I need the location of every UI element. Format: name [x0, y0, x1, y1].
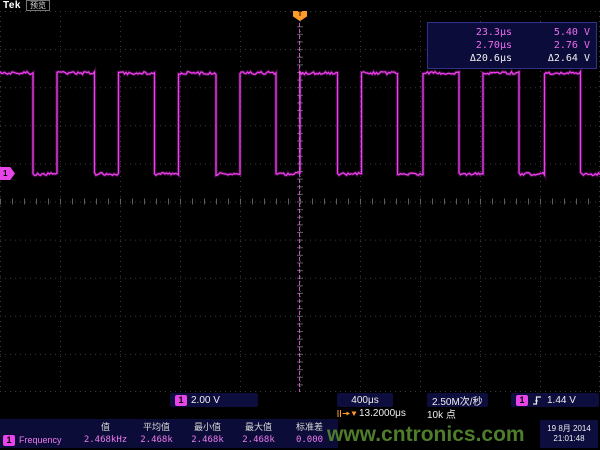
cursor-readout-panel: 23.3μs 5.40 V 2.70μs 2.76 V Δ20.6μs Δ2.6…: [427, 22, 597, 69]
timebase-readout[interactable]: 400μs: [337, 393, 393, 407]
delay-readout[interactable]: 13.2000μs: [337, 408, 406, 419]
trigger-readout[interactable]: 1 1.44 V: [511, 393, 599, 407]
watermark: www.cntronics.com: [327, 423, 525, 447]
graticule: T 1 23.3μs 5.40 V 2.70μs 2.76 V Δ20.6μs …: [0, 11, 600, 392]
date-label: 19 8月 2014: [540, 424, 598, 434]
cursor-b-row: 2.70μs 2.76 V: [434, 39, 590, 52]
measurement-min: 2.468k: [182, 435, 233, 445]
timebase-value: 400μs: [351, 395, 378, 406]
measurement-max: 2.468k: [233, 435, 284, 445]
measurement-header-row: 值 平均值 最小值 最大值 标准差: [0, 419, 338, 433]
cursor-b-time: 2.70μs: [434, 39, 512, 52]
cursor-a-volt: 5.40 V: [512, 26, 590, 39]
trigger-source-badge: 1: [516, 395, 528, 406]
trigger-marker-label: T: [298, 11, 302, 21]
measurement-name-cell: 1 Frequency: [0, 435, 80, 446]
measurement-col-header-min: 最小值: [182, 420, 233, 433]
channel-badge: 1: [175, 395, 187, 406]
cursor-b-volt: 2.76 V: [512, 39, 590, 52]
acquisition-mode-badge: 预览: [26, 0, 50, 11]
expansion-point-icon: [337, 409, 357, 418]
measurement-col-header-mean: 平均值: [131, 420, 182, 433]
measurement-col-header-max: 最大值: [233, 420, 284, 433]
measurement-channel-badge: 1: [3, 435, 15, 446]
datetime-panel: 19 8月 2014 21:01:48: [540, 420, 598, 448]
measurement-value: 2.468kHz: [80, 435, 131, 445]
measurement-col-header-value: 值: [80, 420, 131, 433]
record-length-value: 10k 点: [427, 406, 456, 421]
time-label: 21:01:48: [540, 434, 598, 444]
cursor-delta-row: Δ20.6μs Δ2.64 V: [434, 52, 590, 65]
cursor-delta-time: Δ20.6μs: [434, 52, 512, 65]
trigger-position-line: [299, 11, 300, 392]
brand-label: Tek: [3, 0, 21, 11]
measurement-table: 值 平均值 最小值 最大值 标准差 1 Frequency 2.468kHz 2…: [0, 419, 338, 448]
measurement-row[interactable]: 1 Frequency 2.468kHz 2.468k 2.468k 2.468…: [0, 433, 338, 447]
channel-scale-readout[interactable]: 1 2.00 V: [170, 393, 258, 407]
cursor-a-time: 23.3μs: [434, 26, 512, 39]
sample-rate-readout[interactable]: 2.50M次/秒: [427, 393, 488, 407]
top-status-bar: Tek 预览: [3, 0, 50, 11]
delay-value: 13.2000μs: [359, 408, 406, 419]
rising-slope-icon: [532, 395, 543, 406]
cursor-delta-volt: Δ2.64 V: [512, 52, 590, 65]
channel-scale-value: 2.00 V: [191, 395, 220, 406]
cursor-a-row: 23.3μs 5.40 V: [434, 26, 590, 39]
measurement-mean: 2.468k: [131, 435, 182, 445]
trigger-level-value: 1.44 V: [547, 395, 576, 406]
measurement-name: Frequency: [19, 435, 62, 445]
record-length-readout: 10k 点: [427, 408, 456, 419]
oscilloscope-screen: Tek 预览 T 1 23.3μs 5.40 V 2.70μs 2.76 V Δ…: [0, 0, 600, 450]
